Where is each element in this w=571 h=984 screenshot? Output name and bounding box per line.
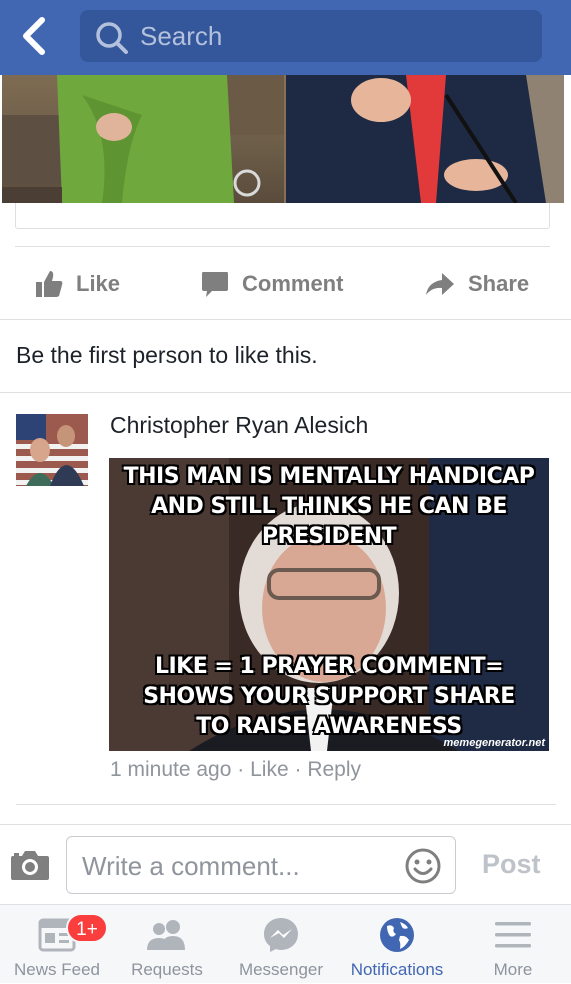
tab-label: News Feed [14, 960, 100, 979]
divider [0, 392, 571, 393]
comment-label: Comment [242, 271, 344, 296]
shared-image-left-photo [2, 75, 284, 203]
camera-button[interactable] [10, 849, 50, 886]
comment-composer: Write a comment... Post [0, 824, 571, 904]
search-icon [96, 22, 128, 54]
share-label: Share [468, 271, 530, 296]
comment-meme-image[interactable]: THIS MAN IS MENTALLY HANDICAP AND STILL … [109, 458, 549, 751]
separator-dot: · [237, 758, 245, 781]
top-bar: Search [0, 0, 571, 75]
bottom-tab-bar: 1+ News Feed Requests Messenger Notifica… [0, 904, 571, 983]
comment-input[interactable]: Write a comment... [66, 836, 456, 894]
tab-more[interactable]: More [456, 905, 570, 984]
friends-icon [147, 920, 185, 950]
thumbs-up-icon [36, 271, 63, 297]
comment-meta: 1 minute ago · Like · Reply [110, 758, 361, 782]
comment-button[interactable]: Comment [200, 250, 343, 318]
shared-link-image[interactable] [2, 75, 564, 203]
meme-top-caption: THIS MAN IS MENTALLY HANDICAP AND STILL … [123, 464, 535, 549]
likes-summary: Be the first person to like this. [16, 342, 318, 368]
comment-input-placeholder: Write a comment... [82, 851, 300, 881]
speech-bubble-icon [202, 272, 228, 297]
comment-reply-link[interactable]: Reply [307, 758, 361, 781]
tab-notifications[interactable]: Notifications [340, 905, 454, 984]
separator-dot: · [294, 758, 302, 781]
globe-icon [380, 918, 414, 952]
share-arrow-icon [426, 273, 454, 295]
comment-timestamp: 1 minute ago [110, 758, 232, 781]
post-action-bar: Like Comment Share [0, 250, 571, 318]
post-button[interactable]: Post [482, 849, 541, 880]
tab-label: Notifications [350, 960, 444, 979]
tab-label: More [493, 960, 533, 979]
messenger-icon [264, 918, 298, 952]
shared-link-card-footer[interactable] [15, 203, 550, 229]
tab-news-feed[interactable]: 1+ News Feed [0, 905, 114, 984]
shared-image-right-photo [286, 75, 564, 203]
search-placeholder: Search [140, 21, 223, 51]
emoji-icon[interactable] [405, 848, 441, 884]
camera-icon [11, 851, 49, 880]
meme-watermark: memegenerator.net [443, 737, 545, 749]
divider [0, 319, 571, 320]
back-button[interactable] [14, 14, 54, 58]
tab-messenger[interactable]: Messenger [224, 905, 338, 984]
share-button[interactable]: Share [424, 250, 529, 318]
hamburger-icon [495, 922, 531, 948]
like-label: Like [76, 271, 121, 296]
tab-label: Messenger [238, 960, 324, 979]
commenter-avatar[interactable] [16, 414, 88, 486]
like-button[interactable]: Like [34, 250, 120, 318]
tab-label: Requests [131, 960, 203, 979]
back-chevron-icon [23, 17, 45, 55]
divider [16, 804, 556, 805]
meme-bottom-caption: LIKE = 1 PRAYER COMMENT= SHOWS YOUR SUPP… [143, 654, 515, 739]
notification-badge: 1+ [66, 913, 108, 943]
commenter-name[interactable]: Christopher Ryan Alesich [110, 412, 368, 439]
search-field[interactable]: Search [80, 10, 542, 62]
comment-like-link[interactable]: Like [250, 758, 289, 781]
divider [15, 246, 550, 247]
tab-requests[interactable]: Requests [110, 905, 224, 984]
